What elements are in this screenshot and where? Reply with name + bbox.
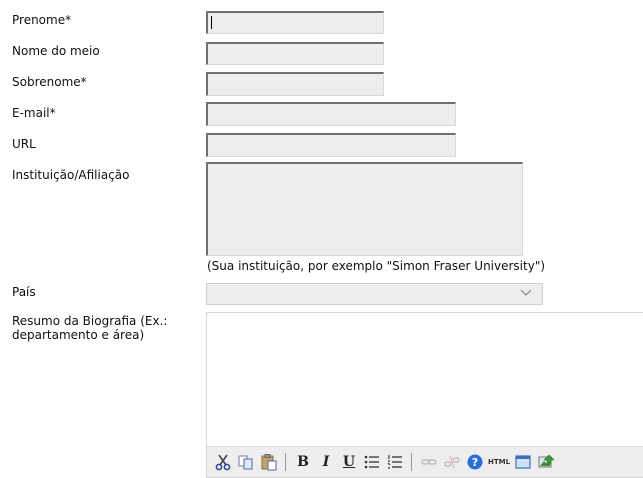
help-icon: ? <box>467 454 483 470</box>
bio-label: Resumo da Biografia (Ex.: departamento e… <box>12 314 168 342</box>
last-name-label: Sobrenome* <box>12 75 87 89</box>
bulleted-list-icon <box>364 455 379 469</box>
image-icon <box>538 454 555 468</box>
toolbar-separator <box>285 453 286 471</box>
bulleted-list-button[interactable] <box>361 451 383 473</box>
bold-button[interactable]: B <box>292 451 314 473</box>
copy-icon <box>238 455 253 470</box>
toolbar-separator <box>411 453 412 471</box>
fullscreen-button[interactable] <box>512 451 534 473</box>
html-source-button[interactable]: HTML <box>487 451 511 473</box>
editor-toolbar: B I U ? HTML <box>207 446 643 477</box>
middle-name-input[interactable] <box>206 42 384 65</box>
paste-icon <box>261 454 277 471</box>
affiliation-label: Instituição/Afiliação <box>12 168 130 182</box>
cut-button[interactable] <box>212 451 234 473</box>
bio-editor-content[interactable] <box>207 313 643 446</box>
help-button[interactable]: ? <box>464 451 486 473</box>
link-icon <box>421 459 437 465</box>
link-button[interactable] <box>418 451 440 473</box>
first-name-input[interactable] <box>206 11 384 34</box>
first-name-label: Prenome* <box>12 13 72 27</box>
affiliation-textarea[interactable] <box>206 162 523 256</box>
copy-button[interactable] <box>235 451 257 473</box>
underline-button[interactable]: U <box>338 451 360 473</box>
email-label: E-mail* <box>12 106 56 120</box>
html-icon: HTML <box>487 458 511 466</box>
svg-text:?: ? <box>472 456 478 469</box>
country-select[interactable] <box>206 283 543 305</box>
paste-button[interactable] <box>258 451 280 473</box>
country-label: País <box>12 285 36 299</box>
url-input[interactable] <box>206 133 456 157</box>
middle-name-label: Nome do meio <box>12 44 100 58</box>
unlink-button[interactable] <box>441 451 463 473</box>
bio-editor[interactable]: B I U ? HTML <box>206 312 643 478</box>
email-input[interactable] <box>206 102 456 126</box>
url-label: URL <box>12 137 36 151</box>
italic-button[interactable]: I <box>315 451 337 473</box>
chevron-down-icon <box>520 289 532 296</box>
fullscreen-icon <box>515 455 531 469</box>
unlink-icon <box>444 455 460 469</box>
cut-icon <box>215 454 231 471</box>
numbered-list-icon <box>387 455 402 469</box>
insert-image-button[interactable] <box>535 451 557 473</box>
numbered-list-button[interactable] <box>384 451 406 473</box>
affiliation-hint: (Sua instituição, por exemplo "Simon Fra… <box>207 259 546 273</box>
last-name-input[interactable] <box>206 72 384 96</box>
text-caret <box>211 16 212 29</box>
